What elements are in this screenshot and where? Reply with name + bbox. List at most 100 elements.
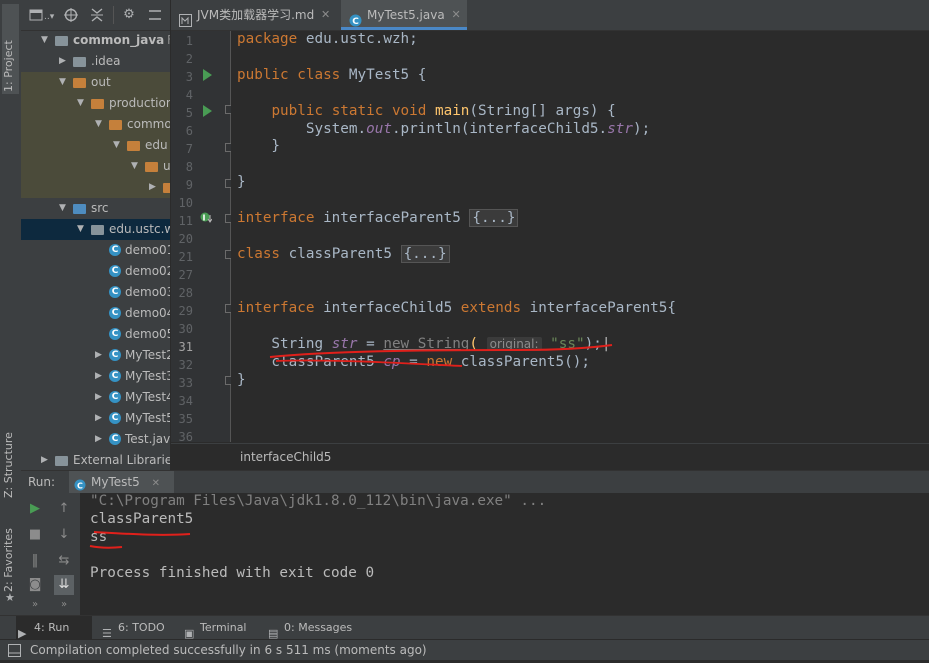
tree-item-label: demo03 [125,285,170,299]
tree-item[interactable]: ▶ C MyTest5.j [21,408,170,429]
tab-todo[interactable]: ☰ 6: TODO [100,616,165,640]
close-icon[interactable]: ✕ [451,0,460,30]
run-config-name: MyTest5 [91,475,140,489]
close-icon[interactable]: ✕ [321,0,330,30]
run-class-icon[interactable] [203,69,212,81]
collapse-arrow-icon[interactable]: ▶ [41,450,48,470]
collapse-arrow-icon[interactable]: ▶ [59,51,66,72]
code-line-9: } [237,174,246,190]
code-line-31: String str = new String( original: "ss")… [237,336,611,352]
collapse-arrow-icon[interactable]: ▶ [95,366,102,387]
console-output[interactable]: "C:\Program Files\Java\jdk1.8.0_112\bin\… [80,493,929,615]
run-main-icon[interactable] [203,105,212,117]
locate-icon[interactable] [63,7,79,23]
tree-item[interactable]: ▶ C MyTest4.j [21,387,170,408]
rerun-icon[interactable]: ▶ [27,501,43,517]
folder-icon [73,57,86,67]
collapse-arrow-icon[interactable]: ▶ [95,387,102,408]
tab-mytest5-java[interactable]: C MyTest5.java ✕ [341,0,467,30]
expand-arrow-icon[interactable]: ▼ [77,93,84,114]
folder-icon [91,225,104,235]
wrap-icon[interactable]: ⇆ [56,553,72,569]
tree-item[interactable]: ▶ C MyTest2.j [21,345,170,366]
project-panel: ▼ common_javaF:\ja ▶ .idea ▼ out ▼ production ▼ c… [21,0,170,470]
tree-item[interactable]: Cdemo04 [21,303,170,324]
tree-item-label: production [109,96,170,110]
project-tree: ▼ common_javaF:\ja ▶ .idea ▼ out ▼ production ▼ c… [21,30,170,470]
project-view-dropdown[interactable]: ..▾ [29,7,55,23]
tree-item[interactable]: ▶ External Libraries [21,450,170,470]
collapse-all-icon[interactable] [89,7,105,23]
folder-icon [109,120,122,130]
line-number: 29 [178,304,193,318]
collapse-arrow-icon[interactable]: ▶ [95,345,102,366]
collapse-arrow-icon[interactable]: ▶ [149,177,156,198]
expand-arrow-icon[interactable]: ▼ [41,30,48,51]
tree-item[interactable]: ▼ edu [21,135,170,156]
line-number: 6 [185,124,193,138]
breadcrumb: interfaceChild5 [171,443,929,470]
scroll-up-icon[interactable]: ↑ [56,501,72,517]
tree-item[interactable]: ▶ C MyTest3.j [21,366,170,387]
close-icon[interactable]: ✕ [152,478,160,489]
gear-icon[interactable]: ⚙ [121,7,137,23]
scroll-down-icon[interactable]: ↓ [56,527,72,543]
folder-icon [73,78,86,88]
tab-jvm-md[interactable]: JVM类加载器学习.md ✕ [171,0,336,30]
more-icon[interactable]: » [56,597,72,613]
stop-icon[interactable]: ■ [27,527,43,543]
tree-item[interactable]: ▼ src [21,198,170,219]
tree-item[interactable]: ▶ [21,177,170,198]
tree-item[interactable]: ▶ .idea [21,51,170,72]
console-line: Process finished with exit code 0 [90,565,375,581]
expand-arrow-icon[interactable]: ▼ [59,72,66,93]
tree-item[interactable]: Cdemo05 [21,324,170,345]
tree-item[interactable]: ▼ common_ [21,114,170,135]
expand-arrow-icon[interactable]: ▼ [131,156,138,177]
collapse-arrow-icon[interactable]: ▶ [95,429,102,450]
expand-arrow-icon[interactable]: ▼ [77,219,84,240]
tab-messages[interactable]: ▤ 0: Messages [266,616,352,640]
favorites-tool-tab[interactable]: 2: Favorites [2,528,15,592]
scroll-to-end-icon[interactable]: ⇊ [54,575,74,595]
code-line-6: System.out.println(interfaceChild5.str); [237,121,651,137]
line-number: 5 [185,106,193,120]
tree-item[interactable]: Cdemo03 [21,282,170,303]
breadcrumb-item[interactable]: interfaceChild5 [240,450,331,464]
more-icon[interactable]: » [27,597,43,613]
tree-item[interactable]: ▼ edu.ustc.wzh [21,219,170,240]
implemented-icon[interactable]: I [200,211,213,223]
java-class-icon: C [109,433,121,445]
tree-item[interactable]: ▼ ustc [21,156,170,177]
tab-terminal[interactable]: ▣ Terminal [182,616,247,640]
line-number: 3 [185,70,193,84]
tree-item-label: demo01 [125,243,170,257]
tree-item[interactable]: Cdemo01 [21,240,170,261]
expand-arrow-icon[interactable]: ▼ [59,198,66,219]
tree-item[interactable]: Cdemo02 [21,261,170,282]
structure-tool-tab[interactable]: Z: Structure [2,428,15,498]
code-line-3: public class MyTest5 { [237,67,427,83]
tab-run[interactable]: ▶ 4: Run [16,616,92,640]
project-toolbar: ..▾ ⚙ [21,0,170,31]
code-editor[interactable]: package edu.ustc.wzh; public class MyTes… [231,31,929,442]
tree-item[interactable]: ▶ C Test.java [21,429,170,450]
project-tool-tab[interactable]: 1: Project [2,4,19,94]
line-number: 34 [178,394,193,408]
expand-arrow-icon[interactable]: ▼ [95,114,102,135]
java-class-icon: C [109,391,121,403]
run-toolbar: ▶ ↑ ■ ↓ ‖ ⇆ ◙ ⇊ » » [21,493,80,615]
collapse-arrow-icon[interactable]: ▶ [95,408,102,429]
camera-icon[interactable]: ◙ [27,577,43,593]
console-line: classParent5 [90,511,194,527]
parameter-hint: original: [486,337,542,351]
code-line-7: } [237,138,281,154]
expand-arrow-icon[interactable]: ▼ [113,135,120,156]
status-panel-icon[interactable] [8,643,21,657]
hide-panel-icon[interactable] [147,7,163,23]
run-config-tab[interactable]: C MyTest5 ✕ [69,471,174,494]
tree-item[interactable]: ▼ out [21,72,170,93]
tree-item[interactable]: ▼ common_javaF:\ja [21,30,170,51]
tree-item[interactable]: ▼ production [21,93,170,114]
pause-icon[interactable]: ‖ [27,553,43,569]
